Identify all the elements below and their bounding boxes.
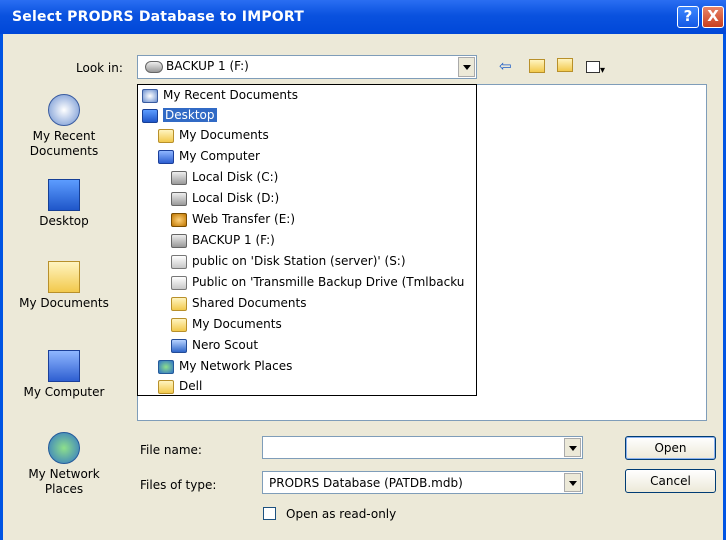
lookin-combo[interactable]: BACKUP 1 (F:): [137, 55, 477, 79]
new-folder-icon[interactable]: [557, 58, 575, 74]
title-bar[interactable]: Select PRODRS Database to IMPORT ? X: [0, 0, 726, 34]
place-label: My Recent Documents: [29, 129, 99, 158]
place-desktop[interactable]: Desktop: [8, 179, 120, 229]
dropdown-item[interactable]: public on 'Disk Station (server)' (S:): [171, 251, 406, 271]
drive-icon: [171, 233, 187, 248]
dropdown-item[interactable]: Nero Scout: [171, 335, 258, 355]
drive-icon: [171, 170, 187, 185]
up-folder-icon[interactable]: [529, 59, 545, 73]
place-network-places[interactable]: My Network Places: [8, 432, 120, 497]
folder-icon: [171, 317, 187, 332]
filetype-dropdown-button[interactable]: [564, 473, 581, 492]
places-bar: My Recent Documents Desktop My Documents…: [8, 86, 120, 526]
dropdown-item[interactable]: BACKUP 1 (F:): [171, 230, 275, 250]
network-drive-icon: [171, 275, 187, 290]
dropdown-item[interactable]: My Computer: [158, 146, 260, 166]
place-my-computer[interactable]: My Computer: [8, 350, 120, 400]
place-label: My Computer: [23, 385, 105, 399]
views-menu-icon[interactable]: ▾: [586, 59, 612, 76]
dropdown-item[interactable]: Local Disk (C:): [171, 167, 278, 187]
my-computer-icon: [48, 350, 80, 382]
dropdown-item[interactable]: Shared Documents: [171, 293, 306, 313]
open-button[interactable]: Open: [625, 436, 716, 460]
network-drive-icon: [171, 254, 187, 269]
filename-label: File name:: [140, 443, 202, 457]
place-label: My Documents: [19, 296, 109, 310]
window-title: Select PRODRS Database to IMPORT: [12, 9, 305, 25]
lookin-value: BACKUP 1 (F:): [166, 59, 249, 73]
folder-icon: [158, 128, 174, 143]
close-button[interactable]: X: [702, 6, 724, 28]
drive-icon: [171, 191, 187, 206]
desktop-icon: [48, 179, 80, 211]
dropdown-item[interactable]: My Recent Documents: [142, 85, 298, 105]
dropdown-item[interactable]: Dell: [158, 376, 202, 395]
place-label: Desktop: [39, 214, 89, 228]
help-button[interactable]: ?: [677, 6, 699, 28]
dropdown-item[interactable]: My Documents: [171, 314, 282, 334]
recent-documents-icon: [48, 94, 80, 126]
folder-icon: [171, 296, 187, 311]
dropdown-item[interactable]: Local Disk (D:): [171, 188, 279, 208]
lookin-dropdown-button[interactable]: [458, 57, 475, 77]
drive-icon: [145, 61, 163, 73]
filetype-combo[interactable]: PRODRS Database (PATDB.mdb): [262, 471, 583, 494]
dropdown-item[interactable]: Web Transfer (E:): [171, 209, 295, 229]
network-places-icon: [158, 359, 174, 374]
my-documents-icon: [48, 261, 80, 293]
place-recent-documents[interactable]: My Recent Documents: [8, 94, 120, 159]
dropdown-item[interactable]: Public on 'Transmille Backup Drive (Tmlb…: [171, 272, 464, 292]
desktop-icon: [142, 108, 158, 123]
nero-icon: [171, 338, 187, 353]
place-label: My Network Places: [28, 467, 100, 496]
computer-icon: [158, 149, 174, 164]
filetype-label: Files of type:: [140, 478, 217, 492]
place-my-documents[interactable]: My Documents: [8, 261, 120, 311]
back-arrow-icon[interactable]: ⇦: [499, 57, 512, 75]
cd-drive-icon: [171, 212, 187, 227]
dropdown-item[interactable]: My Network Places: [158, 356, 292, 376]
recent-documents-icon: [142, 88, 158, 103]
filename-input[interactable]: [265, 439, 567, 456]
network-places-icon: [48, 432, 80, 464]
readonly-checkbox[interactable]: [263, 507, 276, 520]
filename-combo[interactable]: [262, 436, 583, 459]
lookin-dropdown-list[interactable]: My Recent Documents Desktop My Documents…: [137, 84, 477, 396]
lookin-label: Look in:: [76, 61, 123, 75]
filename-dropdown-button[interactable]: [564, 438, 581, 457]
readonly-label: Open as read-only: [286, 507, 397, 521]
filetype-value: PRODRS Database (PATDB.mdb): [269, 476, 463, 490]
cancel-button[interactable]: Cancel: [625, 469, 716, 493]
folder-icon: [158, 379, 174, 394]
dropdown-item[interactable]: My Documents: [158, 125, 269, 145]
dropdown-item-selected[interactable]: Desktop: [142, 105, 217, 125]
